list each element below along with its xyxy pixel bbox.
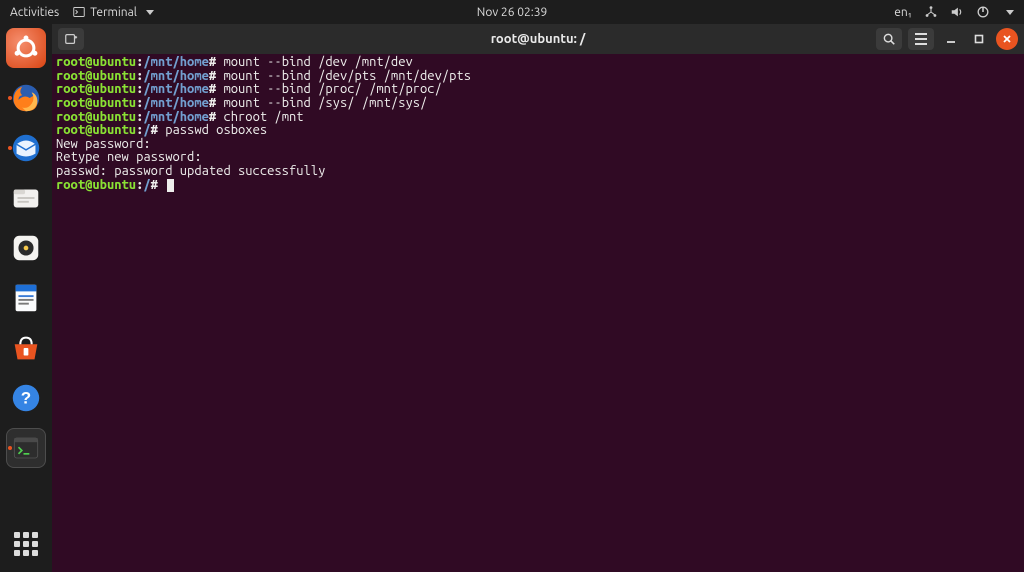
network-icon[interactable] bbox=[924, 5, 938, 19]
system-menu-chevron-icon[interactable] bbox=[1006, 6, 1014, 19]
apps-grid-icon bbox=[14, 532, 38, 556]
hamburger-icon bbox=[915, 33, 927, 45]
search-button[interactable] bbox=[876, 28, 902, 50]
window-title: root@ubuntu: / bbox=[491, 32, 586, 46]
terminal-icon bbox=[73, 6, 85, 18]
new-tab-button[interactable] bbox=[58, 28, 84, 50]
gnome-top-bar: Activities Terminal Nov 26 02:39 en₁ bbox=[0, 0, 1024, 24]
app-menu[interactable]: Terminal bbox=[73, 6, 154, 19]
dock-app-help[interactable]: ? bbox=[6, 378, 46, 418]
dock-app-rhythmbox[interactable] bbox=[6, 228, 46, 268]
minimize-button[interactable] bbox=[940, 28, 962, 50]
dock-app-ubuntu[interactable] bbox=[6, 28, 46, 68]
power-icon[interactable] bbox=[976, 5, 990, 19]
activities-button[interactable]: Activities bbox=[10, 6, 59, 19]
chevron-down-icon bbox=[146, 6, 154, 19]
input-source-indicator[interactable]: en₁ bbox=[894, 6, 912, 19]
dock-app-thunderbird[interactable] bbox=[6, 128, 46, 168]
dock-app-writer[interactable] bbox=[6, 278, 46, 318]
close-button[interactable] bbox=[996, 28, 1018, 50]
terminal-output[interactable]: root@ubuntu:/mnt/home# mount --bind /dev… bbox=[52, 54, 1024, 572]
app-menu-label: Terminal bbox=[90, 6, 137, 19]
volume-icon[interactable] bbox=[950, 5, 964, 19]
maximize-button[interactable] bbox=[968, 28, 990, 50]
desktop-area: root@ubuntu: / root@ubuntu:/mnt/ bbox=[52, 24, 1024, 572]
clock[interactable]: Nov 26 02:39 bbox=[477, 6, 547, 19]
dock-app-files[interactable] bbox=[6, 178, 46, 218]
terminal-window: root@ubuntu: / root@ubuntu:/mnt/ bbox=[52, 24, 1024, 572]
show-applications-button[interactable] bbox=[6, 524, 46, 564]
terminal-titlebar: root@ubuntu: / bbox=[52, 24, 1024, 54]
dock-app-terminal[interactable] bbox=[6, 428, 46, 468]
ubuntu-dock: ? bbox=[0, 24, 52, 572]
dock-app-software[interactable] bbox=[6, 328, 46, 368]
dock-app-firefox[interactable] bbox=[6, 78, 46, 118]
menu-button[interactable] bbox=[908, 28, 934, 50]
svg-text:?: ? bbox=[21, 389, 31, 408]
